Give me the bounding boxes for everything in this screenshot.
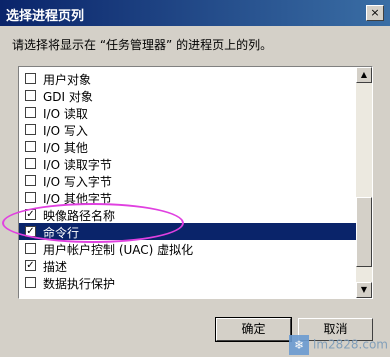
scroll-up-button[interactable]: ▲: [356, 67, 372, 83]
list-item-label: 命令行: [43, 226, 80, 240]
ok-button[interactable]: 确定: [215, 317, 292, 342]
list-item-label: I/O 其他字节: [43, 192, 112, 206]
list-item-label: I/O 其他: [43, 141, 88, 155]
close-button[interactable]: ×: [366, 5, 384, 21]
snowflake-icon: ❄: [289, 335, 310, 355]
checkbox[interactable]: ✓: [25, 226, 36, 237]
checkbox[interactable]: [25, 73, 36, 84]
list-item[interactable]: ✓ 描述: [19, 257, 356, 274]
checkbox[interactable]: [25, 107, 36, 118]
checkbox[interactable]: [25, 277, 36, 288]
list-item-label: 映像路径名称: [43, 209, 116, 223]
list-item-label: 数据执行保护: [43, 277, 116, 291]
list-item[interactable]: ✓ 映像路径名称: [19, 206, 356, 223]
list-item-label: GDI 对象: [43, 90, 93, 104]
list-item[interactable]: GDI 对象: [19, 87, 356, 104]
list-item[interactable]: 用户对象: [19, 70, 356, 87]
watermark: ❄ lm2828.com: [289, 335, 388, 355]
list-item-label: I/O 写入: [43, 124, 88, 138]
list-item[interactable]: 用户帐户控制 (UAC) 虚拟化: [19, 240, 356, 257]
checkbox[interactable]: [25, 192, 36, 203]
checkbox[interactable]: [25, 141, 36, 152]
checkbox[interactable]: ✓: [25, 209, 36, 220]
list-item[interactable]: I/O 读取字节: [19, 155, 356, 172]
list-item-label: 用户帐户控制 (UAC) 虚拟化: [43, 243, 194, 257]
title-bar[interactable]: 选择进程页列 ×: [0, 0, 390, 26]
list-item[interactable]: I/O 其他字节: [19, 189, 356, 206]
list-item[interactable]: I/O 写入: [19, 121, 356, 138]
checkbox[interactable]: [25, 158, 36, 169]
checkbox[interactable]: ✓: [25, 260, 36, 271]
list-item-label: 描述: [43, 260, 68, 274]
scroll-down-button[interactable]: ▼: [356, 282, 372, 298]
instruction-text: 请选择将显示在 “任务管理器” 的进程页上的列。: [12, 38, 273, 52]
list-item[interactable]: I/O 其他: [19, 138, 356, 155]
list-item-label: 用户对象: [43, 73, 92, 87]
column-list[interactable]: 用户对象 GDI 对象 I/O 读取 I/O 写入 I/O 其他 I/O 读取字节 I/O …: [18, 66, 373, 299]
list-item-label: I/O 写入字节: [43, 175, 112, 189]
scroll-thumb[interactable]: [356, 197, 372, 267]
checkbox[interactable]: [25, 175, 36, 186]
watermark-text: lm2828.com: [312, 337, 388, 352]
vertical-scrollbar[interactable]: ▲ ▼: [356, 67, 372, 298]
window-title: 选择进程页列: [6, 9, 85, 24]
list-item[interactable]: 数据执行保护: [19, 274, 356, 291]
checkbox[interactable]: [25, 90, 36, 101]
list-item[interactable]: I/O 读取: [19, 104, 356, 121]
checkbox[interactable]: [25, 124, 36, 135]
list-item[interactable]: I/O 写入字节: [19, 172, 356, 189]
list-item[interactable]: ✓ 命令行: [19, 223, 356, 240]
list-item-label: I/O 读取: [43, 107, 88, 121]
checkbox[interactable]: [25, 243, 36, 254]
list-item-label: I/O 读取字节: [43, 158, 112, 172]
